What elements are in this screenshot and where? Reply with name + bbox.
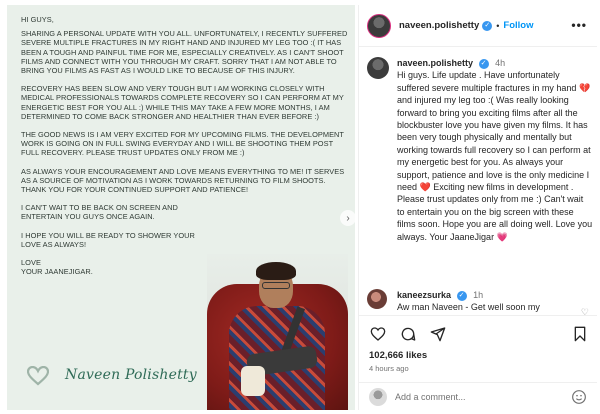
follow-button[interactable]: Follow: [503, 20, 533, 31]
verified-icon: ✓: [456, 290, 467, 301]
caption: naveen.polishetty ✓ 4h Hi guys. Life upd…: [367, 57, 593, 243]
post-header: naveen.polishetty ✓ • Follow •••: [359, 5, 597, 47]
caption-text: naveen.polishetty ✓ 4h Hi guys. Life upd…: [397, 57, 593, 243]
avatar[interactable]: [367, 13, 391, 38]
pink-heart-emoji: 💗: [496, 231, 508, 242]
letter-paragraph: THANK YOU FOR YOUR CONTINUED SUPPORT AND…: [21, 185, 249, 195]
comment-body: Aw man Naveen - Get well soon my: [397, 302, 540, 312]
bookmark-icon[interactable]: [569, 323, 591, 345]
letter-paragraph: THE GOOD NEWS IS I AM VERY EXCITED FOR M…: [21, 130, 344, 158]
letter-paragraph: RECOVERY HAS BEEN SLOW AND VERY TOUGH BU…: [21, 84, 344, 121]
caption-body: Hi guys. Life update . Have unfortunatel…: [397, 70, 577, 93]
glasses: [262, 282, 290, 289]
letter-paragraph: SHARING A PERSONAL UPDATE WITH YOU ALL. …: [21, 29, 348, 76]
post-timestamp: 4 hours ago: [369, 364, 409, 373]
separator-dot: •: [496, 20, 500, 31]
comment-username[interactable]: kaneezsurka: [397, 290, 451, 300]
letter-paragraph: I CAN'T WAIT TO BE BACK ON SCREEN AND EN…: [21, 203, 178, 222]
more-options-icon[interactable]: •••: [571, 18, 587, 32]
next-arrow-icon[interactable]: ›: [340, 210, 355, 226]
verified-icon: ✓: [482, 20, 493, 31]
comment-time: 1h: [473, 290, 484, 300]
like-count[interactable]: 102,666 likes: [369, 350, 427, 361]
comment-text: kaneezsurka ✓ 1h Aw man Naveen - Get wel…: [397, 289, 593, 313]
header-username[interactable]: naveen.polishetty: [399, 20, 479, 31]
user-avatar: [369, 387, 387, 406]
add-comment-bar: [359, 382, 597, 410]
heart-emoji: ❤️: [419, 182, 431, 193]
commenter-avatar[interactable]: [367, 289, 387, 309]
comment-icon[interactable]: [397, 323, 419, 345]
broken-heart-emoji: 💔: [578, 82, 591, 93]
heart-logo-icon: [27, 366, 49, 386]
caption-time: 4h: [495, 58, 506, 68]
letter-paragraph: I HOPE YOU WILL BE READY TO SHOWER YOUR …: [21, 230, 195, 249]
letter-paragraph: AS ALWAYS YOUR ENCOURAGEMENT AND LOVE ME…: [21, 166, 345, 185]
signature: Naveen Polishetty: [65, 367, 197, 383]
comment-item: kaneezsurka ✓ 1h Aw man Naveen - Get wel…: [367, 289, 593, 317]
verified-icon: ✓: [478, 58, 489, 69]
hand-cast: [241, 366, 265, 396]
action-bar: [359, 315, 597, 351]
post-image[interactable]: HI GUYS, SHARING A PERSONAL UPDATE WITH …: [7, 5, 355, 410]
comment-input[interactable]: [395, 391, 565, 402]
hair: [256, 262, 296, 280]
caption-body: and injured my leg too :( Was really loo…: [397, 95, 591, 193]
post-sidebar: naveen.polishetty ✓ • Follow ••• naveen.…: [358, 5, 597, 410]
caption-avatar[interactable]: [367, 57, 389, 79]
heart-icon[interactable]: [367, 323, 389, 345]
letter-greeting: HI GUYS,: [21, 15, 54, 24]
share-icon[interactable]: [427, 323, 449, 345]
letter-text: HI GUYS, SHARING A PERSONAL UPDATE WITH …: [21, 15, 351, 285]
emoji-icon[interactable]: [571, 389, 587, 405]
caption-username[interactable]: naveen.polishetty: [397, 58, 473, 68]
portrait-photo: [207, 254, 348, 410]
